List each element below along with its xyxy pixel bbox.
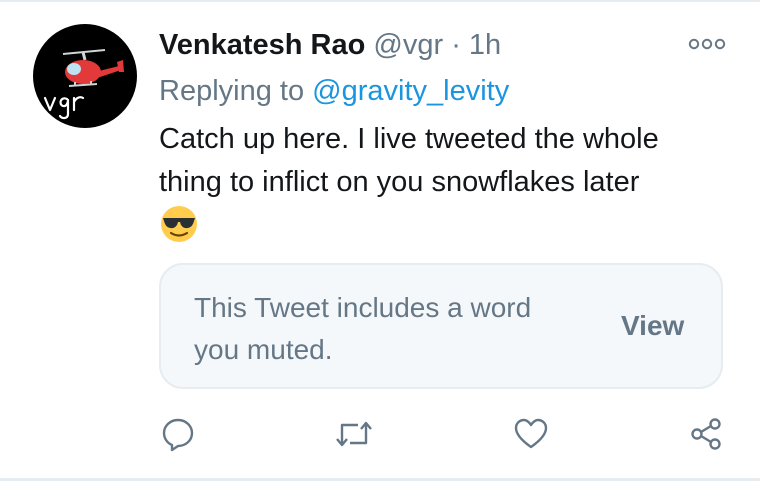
- replying-to-handle-link[interactable]: @gravity_levity: [312, 75, 509, 107]
- replying-to-line: Replying to @gravity_levity: [159, 74, 509, 108]
- helicopter-avatar-image: [43, 49, 124, 120]
- author-handle[interactable]: @vgr: [373, 29, 443, 61]
- share-icon[interactable]: [688, 416, 724, 452]
- top-divider: [0, 0, 760, 2]
- author-name[interactable]: Venkatesh Rao: [159, 29, 365, 61]
- muted-tweet-card: This Tweet includes a word you muted. Vi…: [159, 263, 723, 389]
- muted-notice-text: This Tweet includes a word you muted.: [194, 292, 532, 365]
- like-icon[interactable]: [513, 416, 549, 452]
- separator-dot: ·: [451, 29, 461, 61]
- more-options-icon[interactable]: [688, 34, 726, 54]
- replying-to-label: Replying to: [159, 75, 305, 107]
- timestamp[interactable]: 1h: [469, 29, 501, 61]
- view-button[interactable]: View: [621, 309, 684, 343]
- tweet-header: Venkatesh Rao @vgr · 1h: [159, 28, 501, 62]
- smiling-face-with-sunglasses-icon: [159, 204, 199, 244]
- reply-icon[interactable]: [160, 416, 196, 452]
- tweet-text: Catch up here. I live tweeted the whole …: [159, 123, 659, 198]
- retweet-icon[interactable]: [334, 416, 372, 452]
- avatar[interactable]: [33, 24, 137, 128]
